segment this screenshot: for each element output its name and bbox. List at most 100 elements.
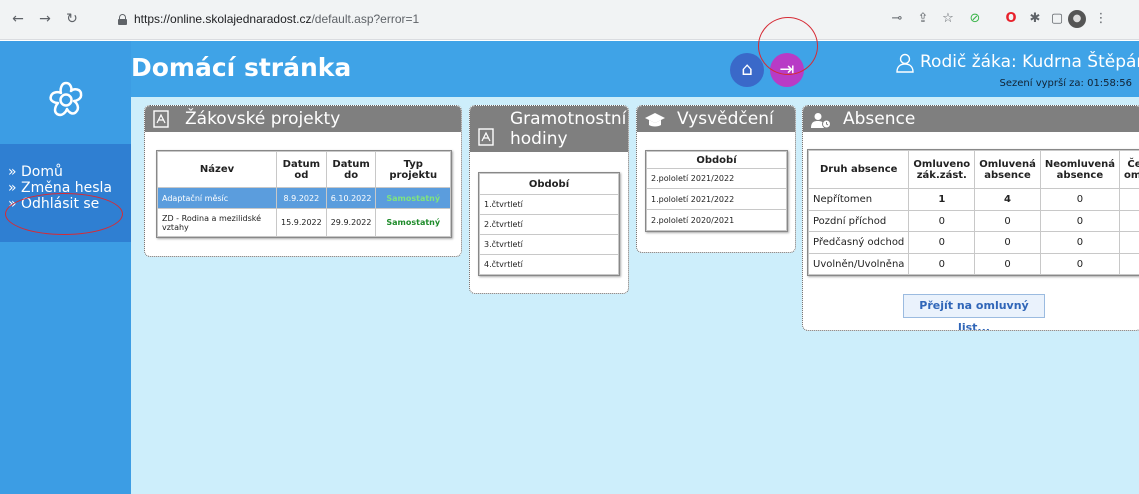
column-header: Omluveno zák.zást.: [908, 150, 976, 189]
sidebar-item-home[interactable]: » Domů: [0, 164, 131, 180]
browser-toolbar: ← → ↻ https://online.skolajednaradost.cz…: [0, 0, 1139, 40]
session-timer: Sezení vyprší za: 01:58:56: [999, 78, 1133, 89]
value-cell: 4: [974, 188, 1041, 211]
card-title: Gramotnostní hodiny: [510, 109, 627, 149]
home-button[interactable]: ⌂: [730, 53, 764, 87]
project-name[interactable]: ZD - Rodina a mezilidské vztahy: [157, 208, 277, 237]
report-table: Období 2.pololetí 2021/2022 1.pololetí 2…: [646, 151, 787, 231]
absence-type: Uvolněn/Uvolněna: [807, 253, 910, 275]
absence-type: Nepřítomen: [807, 188, 910, 211]
value-cell: 0: [1039, 188, 1120, 211]
column-header: Druh absence: [807, 150, 910, 189]
extension-icon[interactable]: ⊘: [966, 10, 984, 28]
projects-table: Název Datum od Datum do Typ projektu Ada…: [157, 151, 451, 237]
table-row[interactable]: 4.čtvrtletí: [479, 254, 619, 275]
date-from: 8.9.2022: [276, 187, 327, 209]
value-cell: 0: [908, 231, 976, 254]
opera-icon[interactable]: O: [1002, 10, 1020, 28]
table-row[interactable]: 2.pololetí 2020/2021: [646, 209, 787, 231]
project-type: Samostatný: [375, 208, 451, 237]
address-bar[interactable]: https://online.skolajednaradost.cz/defau…: [112, 6, 1012, 34]
projects-card: Žákovské projekty Název Datum od Datum d…: [144, 105, 462, 257]
table-row[interactable]: 1.čtvrtletí: [479, 194, 619, 215]
period-cell[interactable]: 4.čtvrtletí: [479, 254, 619, 275]
star-icon[interactable]: ☆: [939, 10, 957, 28]
excuse-note-button[interactable]: Přejít na omluvný list...: [903, 294, 1045, 330]
value-cell: 0: [1039, 231, 1120, 254]
period-cell[interactable]: 1.čtvrtletí: [479, 194, 619, 215]
absence-table: Druh absence Omluveno zák.zást. Omluvená…: [807, 150, 1139, 275]
value-cell: 0: [974, 253, 1041, 275]
value-cell: 0: [974, 231, 1041, 254]
period-cell[interactable]: 2.pololetí 2021/2022: [646, 168, 787, 189]
report-card: Vysvědčení Období 2.pololetí 2021/2022 1…: [636, 105, 796, 253]
avatar[interactable]: ●: [1068, 10, 1086, 28]
card-header: Gramotnostní hodiny: [470, 106, 628, 152]
date-to: 6.10.2022: [325, 187, 377, 209]
absence-card: Absence Druh absence Omluveno zák.zást. …: [802, 105, 1139, 331]
user-clock-icon: [811, 113, 831, 129]
value-cell: 0: [908, 253, 976, 275]
table-row: Předčasný odchod 0 0 0 0: [807, 231, 1139, 254]
column-header: Typ projektu: [375, 151, 451, 188]
project-name[interactable]: Adaptační měsíc: [157, 187, 277, 209]
value-cell: 0: [1118, 210, 1139, 232]
value-cell: 0: [1039, 210, 1120, 232]
card-title: Žákovské projekty: [185, 109, 341, 129]
date-to: 29.9.2022: [325, 208, 377, 237]
period-cell[interactable]: 2.pololetí 2020/2021: [646, 209, 787, 231]
card-header: Absence: [803, 106, 1139, 132]
back-icon[interactable]: ←: [10, 11, 26, 27]
url-path: /default.asp?error=1: [311, 12, 420, 26]
share-icon[interactable]: ⇪: [914, 10, 932, 28]
card-title: Vysvědčení: [677, 109, 774, 129]
value-cell: 1: [908, 188, 976, 211]
menu-icon[interactable]: ⋮: [1092, 10, 1110, 28]
value-cell: 0: [1118, 231, 1139, 254]
column-header: Období: [479, 173, 619, 195]
sidebar: » Domů » Změna hesla » Odhlásit se: [0, 41, 131, 494]
absence-type: Předčasný odchod: [807, 231, 910, 254]
literacy-card: Gramotnostní hodiny Období 1.čtvrtletí 2…: [469, 105, 629, 294]
lock-icon: [118, 14, 127, 25]
value-cell: 0: [908, 210, 976, 232]
table-row[interactable]: 3.čtvrtletí: [479, 234, 619, 255]
column-header: Neomluvená absence: [1039, 150, 1120, 189]
value-cell: 0: [1118, 253, 1139, 275]
value-cell: 0: [1039, 253, 1120, 275]
project-type: Samostatný: [375, 187, 451, 209]
literacy-table: Období 1.čtvrtletí 2.čtvrtletí 3.čtvrtle…: [479, 173, 619, 275]
column-header: Datum od: [276, 151, 327, 188]
user-icon: [896, 53, 914, 73]
card-header: Vysvědčení: [637, 106, 795, 132]
table-row[interactable]: 2.pololetí 2021/2022: [646, 168, 787, 189]
period-cell[interactable]: 2.čtvrtletí: [479, 214, 619, 235]
url-domain: https://online.skolajednaradost.cz: [134, 12, 312, 26]
date-from: 15.9.2022: [276, 208, 327, 237]
value-cell: 0: [974, 210, 1041, 232]
key-icon[interactable]: ⊸: [888, 10, 906, 28]
page-content: » Domů » Změna hesla » Odhlásit se Domác…: [0, 17, 1139, 494]
reload-icon[interactable]: ↻: [64, 11, 80, 27]
graduation-cap-icon: [645, 113, 665, 127]
column-header: Omluvená absence: [974, 150, 1041, 189]
card-title: Absence: [843, 109, 916, 129]
table-row: Uvolněn/Uvolněna 0 0 0 0: [807, 253, 1139, 275]
table-row[interactable]: 1.pololetí 2021/2022: [646, 188, 787, 210]
period-cell[interactable]: 3.čtvrtletí: [479, 234, 619, 255]
period-cell[interactable]: 1.pololetí 2021/2022: [646, 188, 787, 210]
table-row[interactable]: ZD - Rodina a mezilidské vztahy 15.9.202…: [157, 208, 451, 237]
forward-icon[interactable]: →: [37, 11, 53, 27]
flower-logo-icon: [49, 81, 83, 117]
sidepanel-icon[interactable]: ▢: [1048, 10, 1066, 28]
absence-type: Pozdní příchod: [807, 210, 910, 232]
table-row: Pozdní příchod 0 0 0 0: [807, 210, 1139, 232]
annotation-oval: [5, 193, 123, 235]
table-row[interactable]: Adaptační měsíc 8.9.2022 6.10.2022 Samos…: [157, 187, 451, 209]
table-row: Nepřítomen 1 4 0 50: [807, 188, 1139, 211]
column-header: Čeká na omluvení: [1118, 150, 1139, 189]
puzzle-icon[interactable]: ✱: [1026, 10, 1044, 28]
page-title: Domácí stránka: [131, 53, 352, 82]
table-row[interactable]: 2.čtvrtletí: [479, 214, 619, 235]
user-name: Rodič žáka: Kudrna Štěpán: [920, 52, 1139, 72]
